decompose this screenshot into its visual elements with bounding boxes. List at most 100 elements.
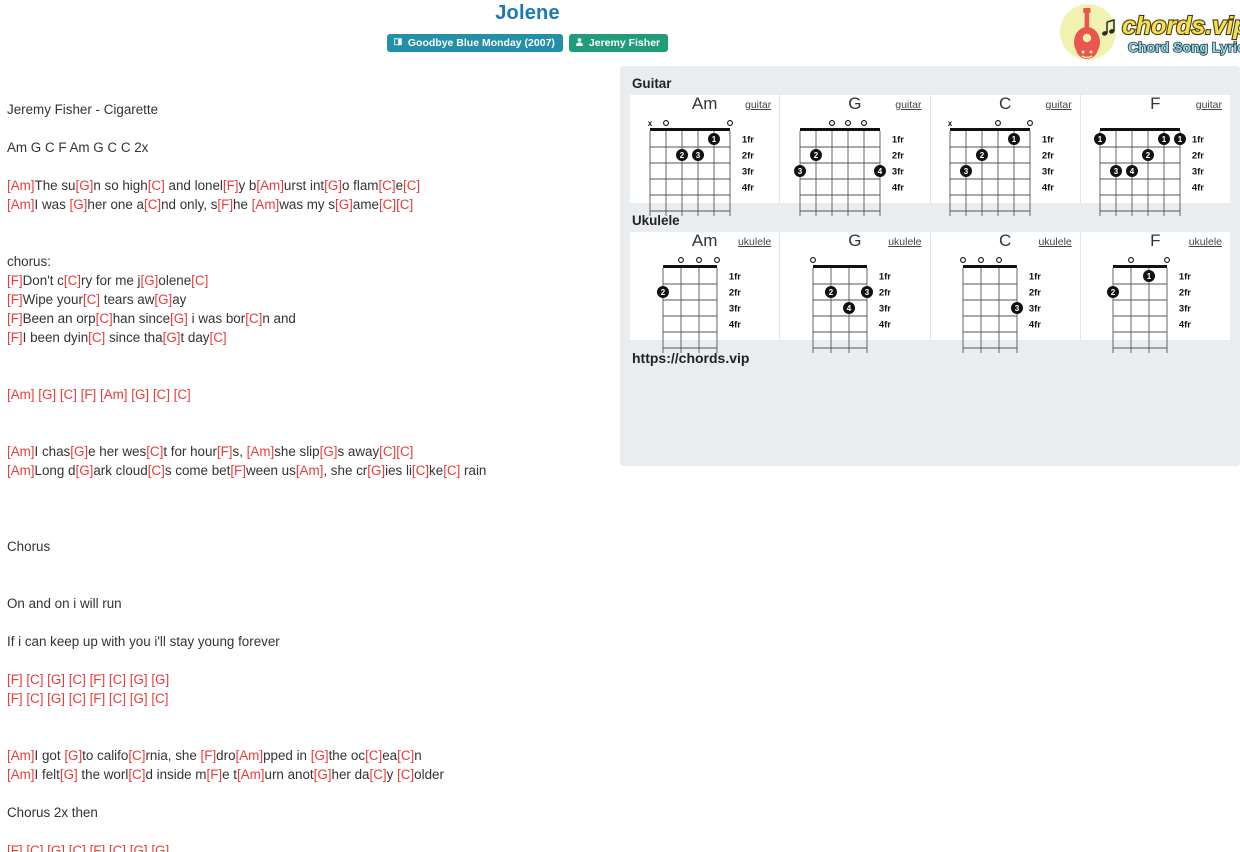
- chord-card-ukulele-c[interactable]: Cukulele 3 1fr 2fr 3fr 4fr: [930, 231, 1081, 353]
- chord-token[interactable]: [F]: [217, 197, 233, 212]
- chord-card-guitar-f[interactable]: Fguitar 1 1 1 2 3 4 1fr 2fr 3fr 4fr: [1080, 94, 1230, 216]
- chord-token[interactable]: [G]: [76, 463, 94, 478]
- chord-token[interactable]: [C]: [365, 748, 382, 763]
- chord-token[interactable]: [G]: [335, 197, 353, 212]
- chord-token[interactable]: [C]: [397, 748, 414, 763]
- lyric-text: her da: [331, 767, 370, 782]
- chord-token[interactable]: [C]: [378, 178, 395, 193]
- chord-token[interactable]: [C]: [369, 767, 386, 782]
- chord-token[interactable]: [C]: [148, 178, 165, 193]
- chord-token[interactable]: [C]: [128, 748, 145, 763]
- chord-token[interactable]: [F]: [230, 463, 246, 478]
- chord-instrument-link[interactable]: ukulele: [888, 236, 921, 248]
- chord-token[interactable]: [F]: [206, 767, 222, 782]
- svg-text:4: 4: [1130, 167, 1135, 176]
- chord-token[interactable]: [F]: [7, 292, 23, 307]
- chord-token[interactable]: [F]: [223, 178, 239, 193]
- chord-card-ukulele-g[interactable]: Gukulele 2 3 4 1fr 2fr 3fr 4fr: [780, 231, 931, 353]
- chord-token[interactable]: [C]: [88, 330, 105, 345]
- chord-card-guitar-am[interactable]: Am guitar x 1 2 3 1fr 2fr 3fr 4fr: [630, 94, 781, 216]
- chord-token[interactable]: [Am]: [7, 197, 35, 212]
- artist-badge-label: Jeremy Fisher: [588, 37, 661, 49]
- chord-card-ukulele-f[interactable]: Fukulele 1 2 1fr 2fr 3fr 4fr: [1080, 231, 1230, 353]
- chord-token[interactable]: [G]: [320, 444, 338, 459]
- chord-token[interactable]: [F] [C] [G] [C] [F] [C] [G] [C]: [7, 691, 168, 706]
- chord-token[interactable]: [G]: [60, 767, 78, 782]
- svg-text:1fr: 1fr: [1029, 272, 1041, 283]
- chord-token[interactable]: [Am]: [7, 463, 35, 478]
- chord-token[interactable]: [F]: [201, 748, 217, 763]
- lyric-text: older: [414, 767, 444, 782]
- chord-instrument-link[interactable]: guitar: [895, 99, 921, 111]
- lyric-text: If i can keep up with you i'll stay youn…: [7, 634, 280, 649]
- svg-text:2fr: 2fr: [1192, 151, 1204, 162]
- chord-instrument-link[interactable]: guitar: [745, 99, 771, 111]
- chord-token[interactable]: [Am]: [236, 748, 264, 763]
- chord-instrument-link[interactable]: ukulele: [1189, 236, 1222, 248]
- lyric-line: [7, 233, 612, 252]
- chord-token[interactable]: [C]: [443, 463, 460, 478]
- chord-token[interactable]: [F]: [7, 311, 23, 326]
- chord-token[interactable]: [C]: [403, 178, 420, 193]
- chord-token[interactable]: [Am]: [252, 197, 280, 212]
- chord-token[interactable]: [C]: [146, 444, 163, 459]
- chord-token[interactable]: [G]: [163, 330, 181, 345]
- chord-token[interactable]: [Am] [G] [C] [F] [Am] [G] [C] [C]: [7, 387, 191, 402]
- chord-token[interactable]: [Am]: [247, 444, 275, 459]
- chord-token[interactable]: [Am]: [7, 178, 35, 193]
- chord-token[interactable]: [G]: [314, 767, 332, 782]
- chord-token[interactable]: [C]: [379, 444, 396, 459]
- lyric-text: e: [395, 178, 404, 193]
- chord-token[interactable]: [Am]: [237, 767, 265, 782]
- chord-token[interactable]: [C]: [128, 767, 145, 782]
- chord-token[interactable]: [C]: [379, 197, 396, 212]
- svg-text:1fr: 1fr: [741, 135, 753, 146]
- chord-token[interactable]: [G]: [75, 178, 93, 193]
- chord-token[interactable]: [Am]: [7, 444, 35, 459]
- chord-token[interactable]: [C]: [144, 197, 161, 212]
- chord-token[interactable]: [F] [C] [G] [C] [F] [C] [G] [G]: [7, 843, 169, 852]
- chord-token[interactable]: [G]: [70, 197, 88, 212]
- lyric-line: Am G C F Am G C C 2x: [7, 138, 612, 157]
- chord-token[interactable]: [C]: [191, 273, 208, 288]
- lyric-text: On and on i will run: [7, 596, 122, 611]
- chord-token[interactable]: [G]: [141, 273, 159, 288]
- chord-token[interactable]: [G]: [154, 292, 172, 307]
- site-logo[interactable]: chords.vip Chord Song Lyric: [1052, 2, 1240, 62]
- chord-card-ukulele-am[interactable]: Am ukulele 2 1fr 2fr 3fr 4fr: [630, 231, 781, 353]
- chord-token[interactable]: [G]: [367, 463, 385, 478]
- chord-card-guitar-g[interactable]: Gguitar 2 3 4 1fr 2fr 3fr 4fr: [780, 94, 931, 216]
- svg-text:1fr: 1fr: [728, 272, 740, 283]
- chord-token[interactable]: [C]: [396, 197, 413, 212]
- chord-token[interactable]: [C]: [412, 463, 429, 478]
- chord-card-guitar-c[interactable]: Cguitar x 1 2 3 1fr 2fr 3fr 4fr: [930, 94, 1081, 216]
- chord-token[interactable]: [C]: [397, 767, 414, 782]
- chord-token[interactable]: [C]: [245, 311, 262, 326]
- chord-token[interactable]: [F]: [7, 273, 23, 288]
- chord-token[interactable]: [G]: [324, 178, 342, 193]
- chord-token[interactable]: [C]: [83, 292, 100, 307]
- chord-token[interactable]: [Am]: [7, 767, 35, 782]
- svg-text:1: 1: [1178, 135, 1183, 144]
- chord-instrument-link[interactable]: guitar: [1196, 99, 1222, 111]
- chord-token[interactable]: [F]: [7, 330, 23, 345]
- album-badge[interactable]: Goodbye Blue Monday (2007): [386, 34, 563, 52]
- chord-token[interactable]: [C]: [96, 311, 113, 326]
- chord-instrument-link[interactable]: ukulele: [738, 236, 771, 248]
- chord-instrument-link[interactable]: guitar: [1045, 99, 1071, 111]
- chord-token[interactable]: [C]: [396, 444, 413, 459]
- chord-token[interactable]: [Am]: [296, 463, 324, 478]
- chord-token[interactable]: [G]: [70, 444, 88, 459]
- chord-token[interactable]: [F] [C] [G] [C] [F] [C] [G] [G]: [7, 672, 169, 687]
- artist-badge[interactable]: Jeremy Fisher: [568, 34, 669, 52]
- chord-token[interactable]: [C]: [209, 330, 226, 345]
- chord-token[interactable]: [G]: [311, 748, 329, 763]
- chord-token[interactable]: [C]: [148, 463, 165, 478]
- chord-token[interactable]: [G]: [170, 311, 188, 326]
- chord-token[interactable]: [C]: [64, 273, 81, 288]
- chord-token[interactable]: [Am]: [7, 748, 35, 763]
- chord-token[interactable]: [F]: [217, 444, 233, 459]
- chord-instrument-link[interactable]: ukulele: [1038, 236, 1071, 248]
- chord-token[interactable]: [G]: [64, 748, 82, 763]
- chord-token[interactable]: [Am]: [256, 178, 284, 193]
